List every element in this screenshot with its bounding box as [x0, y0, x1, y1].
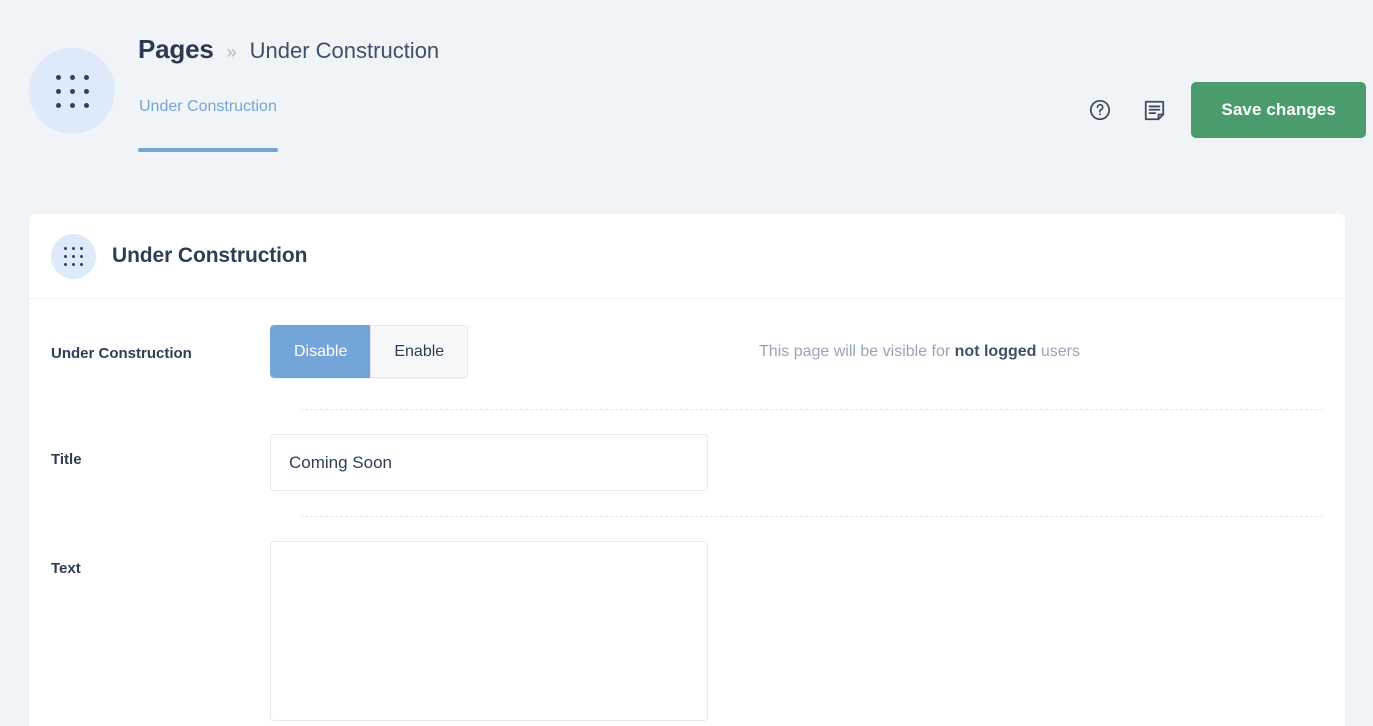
under-construction-card: Under Construction Under Construction Di…	[29, 214, 1345, 726]
visibility-hint-suffix: users	[1036, 342, 1080, 360]
card-avatar	[51, 233, 96, 279]
card-header: Under Construction	[29, 214, 1345, 299]
control-title	[270, 434, 1323, 491]
header-tabs: Under Construction	[138, 94, 278, 152]
tab-label: Under Construction	[139, 98, 277, 115]
label-under-construction: Under Construction	[51, 345, 192, 362]
question-circle-icon	[1090, 99, 1111, 121]
breadcrumb-current: Under Construction	[249, 38, 440, 63]
header-avatar	[29, 48, 115, 134]
row-text: Text	[29, 517, 1345, 726]
control-text	[270, 541, 1323, 726]
breadcrumb: Pages » Under Construction	[138, 34, 439, 65]
dot-grid-icon	[55, 74, 89, 108]
help-button[interactable]	[1073, 83, 1127, 137]
save-changes-button[interactable]: Save changes	[1191, 82, 1366, 138]
label-text: Text	[51, 560, 81, 577]
title-input[interactable]	[270, 434, 708, 491]
label-title: Title	[51, 451, 82, 468]
page-header: Pages » Under Construction Under Constru…	[0, 0, 1373, 214]
dot-grid-icon	[64, 246, 83, 266]
disable-button[interactable]: Disable	[270, 325, 371, 378]
toggle-wrap: Disable Enable This page will be visible…	[270, 325, 1323, 378]
notes-button[interactable]	[1127, 83, 1181, 137]
text-textarea[interactable]	[270, 541, 708, 721]
under-construction-toggle-group: Disable Enable	[270, 325, 469, 378]
breadcrumb-separator-icon: »	[226, 42, 237, 62]
control-under-construction: Disable Enable This page will be visible…	[270, 325, 1323, 378]
enable-button[interactable]: Enable	[370, 325, 469, 378]
row-title: Title	[29, 410, 1345, 516]
row-under-construction: Under Construction Disable Enable This p…	[29, 299, 1345, 409]
visibility-hint: This page will be visible for not logged…	[759, 343, 1080, 361]
breadcrumb-root[interactable]: Pages	[138, 34, 214, 65]
card-title: Under Construction	[112, 244, 308, 267]
document-note-icon	[1144, 100, 1165, 120]
tab-under-construction[interactable]: Under Construction	[138, 94, 278, 152]
card-body: Under Construction Disable Enable This p…	[29, 299, 1345, 726]
header-actions: Save changes	[1073, 82, 1366, 138]
visibility-hint-strong: not logged	[954, 342, 1037, 360]
visibility-hint-prefix: This page will be visible for	[759, 342, 955, 360]
